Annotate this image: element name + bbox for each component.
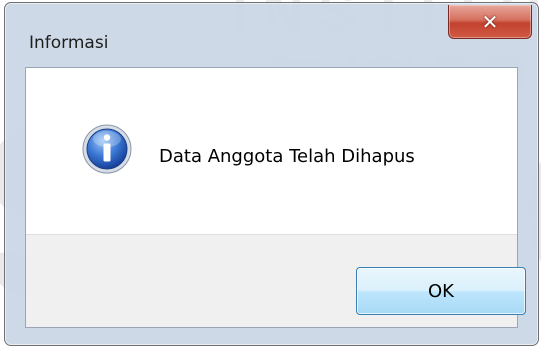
close-icon: ✕ [481,9,499,34]
message-dialog: Informasi ✕ Data Anggota Telah Dihapus O… [4,2,539,346]
dialog-message: Data Anggota Telah Dihapus [159,146,415,167]
dialog-title-bar[interactable]: Informasi ✕ [5,3,538,67]
info-icon [82,124,132,174]
dialog-title: Informasi [29,33,109,53]
dialog-button-row: OK [26,234,526,327]
dialog-content: Data Anggota Telah Dihapus OK [25,67,526,328]
close-button[interactable]: ✕ [448,5,532,39]
ok-button[interactable]: OK [356,267,526,315]
